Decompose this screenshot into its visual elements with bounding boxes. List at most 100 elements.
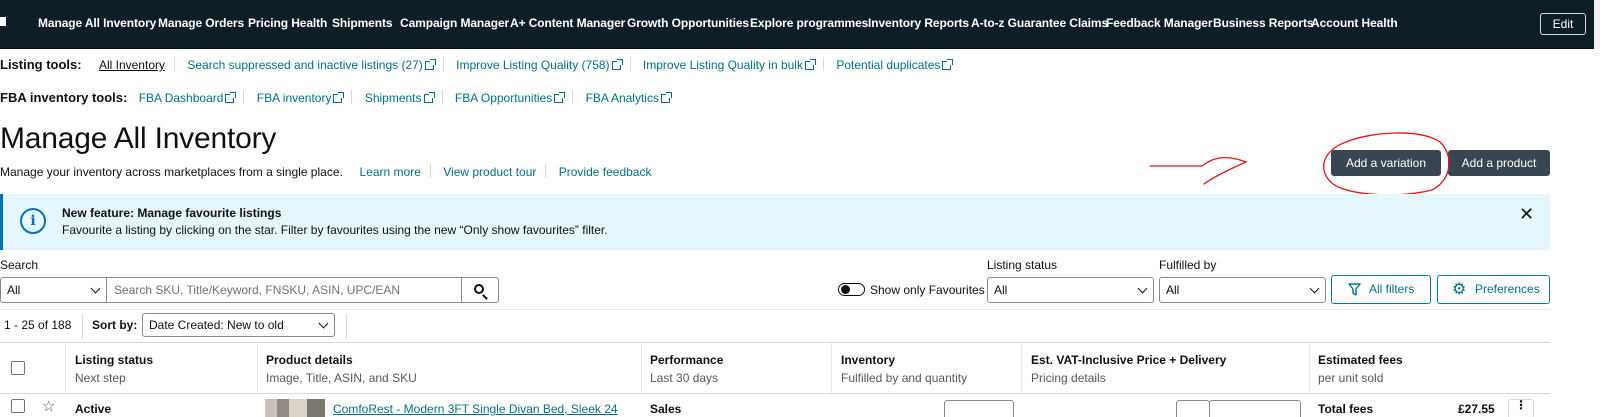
column-divider [1021, 343, 1022, 393]
provide-feedback-link[interactable]: Provide feedback [559, 165, 652, 179]
sort-by-label: Sort by: [92, 318, 138, 332]
chevron-down-icon [1137, 283, 1148, 294]
favourites-toggle-label: Show only Favourites [870, 283, 985, 297]
nav-item-explore-programmes[interactable]: Explore programmes [750, 16, 868, 30]
nav-item-manage-all-inventory[interactable]: Manage All Inventory [38, 16, 156, 30]
row-checkbox[interactable] [11, 399, 25, 413]
results-count: 1 - 25 of 188 [4, 318, 72, 332]
fba-tools-label: FBA inventory tools: [0, 90, 128, 105]
view-product-tour-link[interactable]: View product tour [443, 165, 536, 179]
quantity-input[interactable] [944, 400, 1014, 417]
column-listing-status[interactable]: Listing status Next step [75, 353, 153, 385]
link-fba-analytics[interactable]: FBA Analytics [586, 91, 672, 105]
column-price[interactable]: Est. VAT-Inclusive Price + Delivery Prici… [1031, 353, 1226, 385]
divider [82, 314, 83, 338]
sort-select[interactable]: Date Created: New to old [142, 313, 335, 337]
chevron-down-icon [318, 318, 329, 329]
search-scope-value: All [7, 283, 21, 297]
nav-item-account-health[interactable]: Account Health [1311, 16, 1398, 30]
search-input[interactable]: Search SKU, Title/Keyword, FNSKU, ASIN, … [106, 277, 462, 303]
column-inventory[interactable]: Inventory Fulfilled by and quantity [841, 353, 967, 385]
external-link-icon [660, 92, 672, 103]
add-product-button[interactable]: Add a product [1448, 150, 1550, 176]
external-link-icon [225, 92, 237, 103]
nav-bookmark-icon[interactable] [0, 17, 6, 26]
page-subtitle: Manage your inventory across marketplace… [0, 164, 651, 179]
column-divider [641, 343, 642, 393]
listing-status-value: All [994, 283, 1008, 297]
nav-edge [1594, 0, 1600, 49]
link-all-inventory[interactable]: All Inventory [99, 58, 165, 72]
link-fba-dashboard[interactable]: FBA Dashboard [139, 91, 237, 105]
external-link-icon [423, 92, 435, 103]
learn-more-link[interactable]: Learn more [360, 165, 421, 179]
price-input[interactable] [1209, 400, 1301, 417]
listing-status-select[interactable]: All [987, 277, 1154, 303]
chevron-down-icon [1309, 283, 1320, 294]
search-icon [474, 284, 484, 294]
search-scope-select[interactable]: All [0, 277, 107, 303]
add-variation-button[interactable]: Add a variation [1331, 150, 1441, 176]
fulfilled-by-select[interactable]: All [1159, 277, 1326, 303]
all-filters-button[interactable]: All filters [1331, 275, 1431, 304]
fulfilled-by-value: All [1166, 283, 1180, 297]
search-label: Search [0, 258, 39, 272]
link-fba-inventory[interactable]: FBA inventory [257, 91, 345, 105]
link-shipments[interactable]: Shipments [365, 91, 435, 105]
filter-icon [1348, 283, 1361, 296]
nav-item-manage-orders[interactable]: Manage Orders [158, 16, 244, 30]
favourites-toggle[interactable] [838, 283, 865, 296]
toggle-knob [841, 285, 850, 294]
column-divider [65, 343, 66, 393]
nav-item-business-reports[interactable]: Business Reports [1213, 16, 1314, 30]
search-button[interactable] [461, 277, 499, 303]
page-title: Manage All Inventory [0, 122, 277, 155]
top-navigation-bar: Manage All Inventory Manage Orders Prici… [0, 0, 1600, 49]
external-link-icon [942, 59, 954, 70]
nav-item-growth-opportunities[interactable]: Growth Opportunities [627, 16, 749, 30]
listing-status-label: Listing status [987, 258, 1058, 272]
link-fba-opportunities[interactable]: FBA Opportunities [455, 91, 566, 105]
row-status: Active [75, 402, 112, 416]
star-icon[interactable]: ☆ [42, 397, 55, 415]
sort-value: Date Created: New to old [149, 318, 284, 332]
link-improve-listing-quality[interactable]: Improve Listing Quality (758) [456, 58, 623, 72]
info-icon: i [20, 208, 46, 234]
nav-item-pricing-health[interactable]: Pricing Health [248, 16, 327, 30]
product-thumbnail[interactable] [265, 399, 325, 417]
product-title-link[interactable]: ComfoRest - Modern 3FT Single Divan Bed,… [333, 402, 618, 416]
nav-item-feedback-manager[interactable]: Feedback Manager [1106, 16, 1213, 30]
listing-tools-label: Listing tools: [0, 57, 82, 72]
nav-item-a-to-z-claims[interactable]: A-to-z Guarantee Claims [971, 16, 1108, 30]
row-actions-button[interactable]: ⋮ [1508, 399, 1534, 417]
info-banner: i New feature: Manage favourite listings… [0, 194, 1550, 250]
fba-tools-row: FBA inventory tools: FBA Dashboard FBA i… [0, 90, 672, 105]
nav-item-inventory-reports[interactable]: Inventory Reports [868, 16, 969, 30]
external-link-icon [804, 59, 816, 70]
external-link-icon [424, 59, 436, 70]
nav-item-shipments[interactable]: Shipments [332, 16, 393, 30]
column-product-details[interactable]: Product details Image, Title, ASIN, and S… [266, 353, 417, 385]
nav-item-campaign-manager[interactable]: Campaign Manager [400, 16, 509, 30]
column-performance[interactable]: Performance Last 30 days [650, 353, 723, 385]
preferences-button[interactable]: ⚙ Preferences [1437, 275, 1550, 304]
banner-title: New feature: Manage favourite listings [62, 206, 282, 220]
link-potential-duplicates[interactable]: Potential duplicates [836, 58, 954, 72]
link-improve-quality-bulk[interactable]: Improve Listing Quality in bulk [643, 58, 816, 72]
nav-item-a-plus-content-manager[interactable]: A+ Content Manager [510, 16, 625, 30]
select-all-checkbox[interactable] [11, 361, 25, 375]
column-divider [1309, 343, 1310, 393]
chevron-down-icon [90, 283, 101, 294]
column-divider [831, 343, 832, 393]
price-currency-field[interactable] [1176, 400, 1210, 417]
close-icon[interactable]: ✕ [1519, 204, 1534, 225]
link-suppressed-listings[interactable]: Search suppressed and inactive listings … [187, 58, 436, 72]
edit-nav-button[interactable]: Edit [1540, 13, 1586, 35]
divider [346, 314, 347, 338]
banner-text: Favourite a listing by clicking on the s… [62, 223, 608, 237]
external-link-icon [333, 92, 345, 103]
column-estimated-fees[interactable]: Estimated fees per unit sold [1318, 353, 1403, 385]
fulfilled-by-label: Fulfilled by [1159, 258, 1217, 272]
annotation-arrow [1149, 156, 1248, 185]
external-link-icon [554, 92, 566, 103]
